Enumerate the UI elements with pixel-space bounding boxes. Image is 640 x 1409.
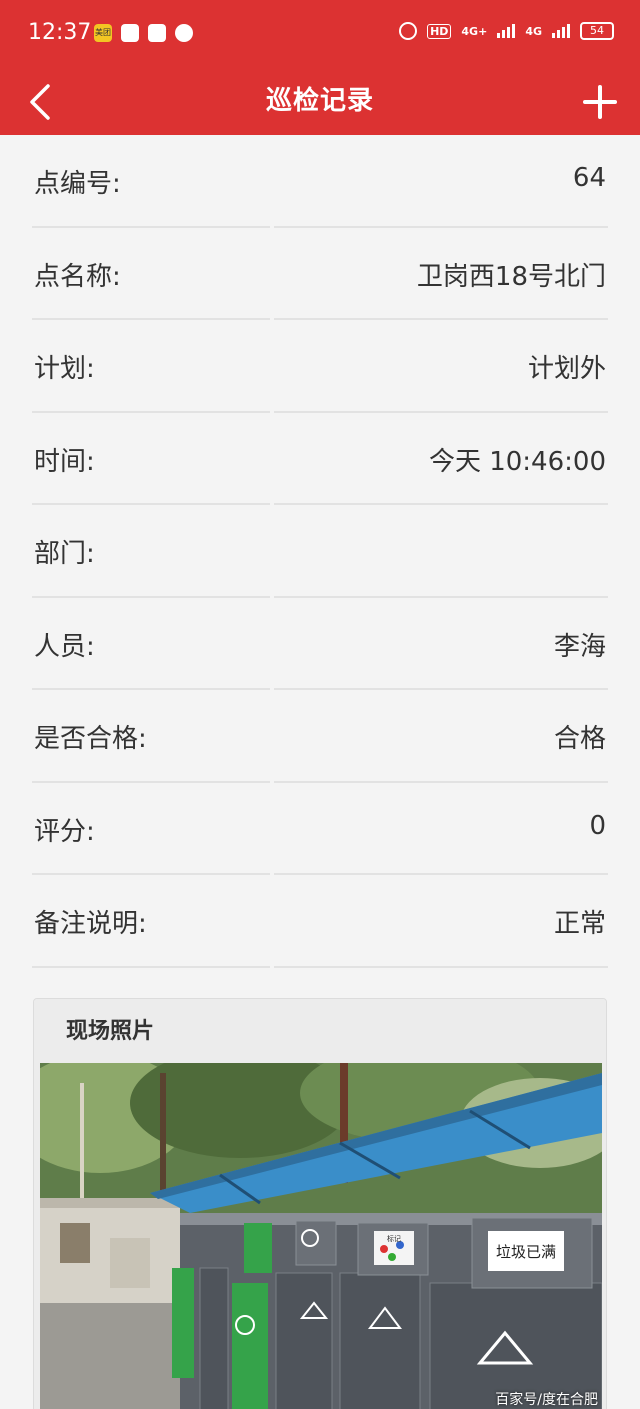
field-value: 正常 [553, 909, 606, 939]
field-department: 部门: [0, 505, 640, 598]
meitu-app-icon: 美团 [94, 24, 112, 42]
photo-section-title: 现场照片 [34, 999, 606, 1061]
bin-full-sign-text: 垃圾已满 [496, 1243, 556, 1261]
plus-icon [583, 85, 617, 119]
page-title: 巡检记录 [265, 86, 374, 116]
field-label: 点编号: [34, 169, 121, 199]
field-label: 计划: [34, 354, 95, 384]
field-value: 0 [589, 810, 606, 841]
field-label: 评分: [34, 816, 95, 847]
field-value: 64 [572, 163, 606, 193]
field-value: 今天 10:46:00 [428, 446, 606, 477]
record-fields: 点编号: 64 点名称: 卫岗西18号北门 计划: 计划外 时间: 今天 10:… [0, 135, 640, 968]
network-4g-plus: 4G+ [461, 24, 488, 38]
field-value: 李海 [553, 631, 606, 662]
network-4g: 4G [525, 24, 542, 38]
status-indicators: HD 4G+ 4G 54 [399, 22, 614, 40]
field-plan: 计划: 计划外 [0, 320, 640, 413]
telegram-app-icon [148, 24, 166, 42]
field-point-number: 点编号: 64 [0, 135, 640, 228]
compass-app-icon [121, 24, 139, 42]
status-time: 12:37 [28, 20, 92, 45]
field-qualified: 是否合格: 合格 [0, 690, 640, 783]
site-photo-card: 现场照片 标记 垃圾已满 百家号/度在合肥 [33, 998, 607, 1409]
site-photo[interactable]: 标记 垃圾已满 [40, 1063, 602, 1409]
battery-icon: 54 [580, 22, 614, 40]
field-time: 时间: 今天 10:46:00 [0, 413, 640, 505]
nav-bar: 巡检记录 [0, 70, 640, 135]
status-bar: 12:37 美团 HD 4G+ 4G 54 [0, 0, 640, 70]
watermark: 百家号/度在合肥 [495, 1392, 598, 1408]
field-label: 部门: [34, 539, 95, 569]
chat-app-icon [175, 24, 193, 42]
hd-badge: HD [427, 23, 452, 39]
field-label: 点名称: [34, 261, 121, 292]
notification-icons: 美团 [94, 24, 193, 42]
add-record-button[interactable] [582, 84, 618, 120]
field-value: 计划外 [527, 354, 606, 384]
field-point-name: 点名称: 卫岗西18号北门 [0, 228, 640, 320]
field-remarks: 备注说明: 正常 [0, 875, 640, 968]
alarm-icon [399, 22, 418, 40]
field-label: 时间: [34, 446, 95, 477]
field-label: 人员: [34, 631, 95, 662]
signal-bars-icon [497, 24, 516, 38]
field-score: 评分: 0 [0, 783, 640, 875]
divider [32, 965, 608, 968]
signal-bars-icon-2 [552, 24, 570, 38]
small-sign-text: 标记 [387, 1234, 401, 1243]
field-label: 是否合格: [34, 724, 147, 754]
field-personnel: 人员: 李海 [0, 598, 640, 690]
field-value: 卫岗西18号北门 [416, 261, 606, 292]
field-label: 备注说明: [34, 909, 147, 939]
field-value: 合格 [553, 724, 606, 754]
